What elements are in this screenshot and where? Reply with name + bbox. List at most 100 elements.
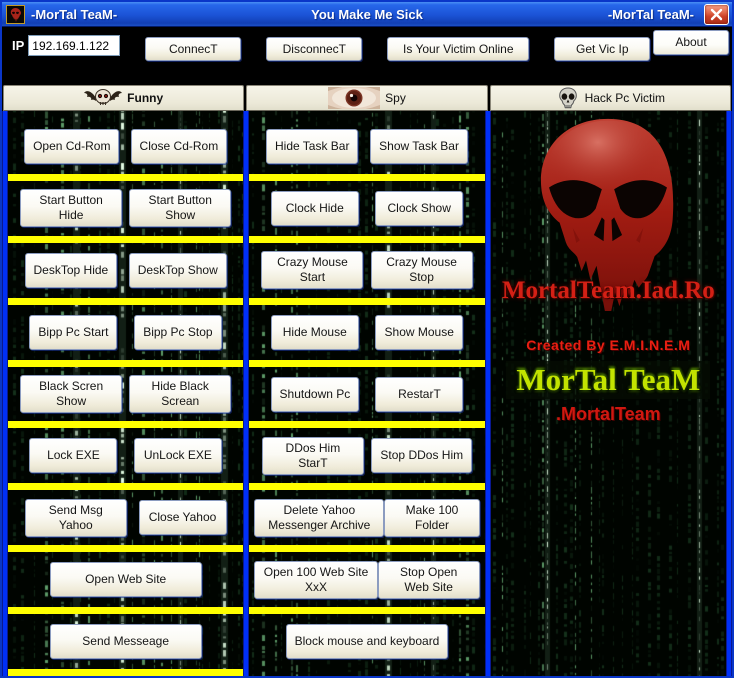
tabstrip: Funny Spy — [2, 85, 732, 111]
close-button[interactable] — [704, 4, 729, 25]
spy-row-5: Shutdown Pc RestarT — [249, 367, 484, 422]
title-left: -MorTal TeaM- — [31, 7, 117, 22]
block-mouse-and-keyboard-button[interactable]: Block mouse and keyboard — [286, 624, 449, 659]
spy-row-9: Block mouse and keyboard — [249, 614, 484, 669]
restart-button[interactable]: RestarT — [375, 377, 463, 412]
spy-row-7: Delete Yahoo Messenger ArchiveMake 100 F… — [249, 490, 484, 545]
close-yahoo-button[interactable]: Close Yahoo — [139, 500, 227, 535]
start-button-hide-button[interactable]: Start Button Hide — [20, 189, 122, 227]
bipp-pc-start-button[interactable]: Bipp Pc Start — [29, 315, 117, 350]
tab-funny-label: Funny — [127, 91, 163, 105]
spy-row-3: Crazy Mouse StartCrazy Mouse Stop — [249, 243, 484, 298]
black-scren-show-button[interactable]: Black Scren Show — [20, 375, 122, 413]
crazy-mouse-start-button[interactable]: Crazy Mouse Start — [261, 251, 363, 289]
funny-row-2: Start Button HideStart Button Show — [8, 181, 243, 236]
spacer — [249, 669, 484, 676]
title-right: -MorTal TeaM- — [608, 7, 694, 22]
lock-exe-button[interactable]: Lock EXE — [29, 438, 117, 473]
crazy-mouse-stop-button[interactable]: Crazy Mouse Stop — [371, 251, 473, 289]
open-web-site-button[interactable]: Open Web Site — [50, 562, 202, 597]
desktop-hide-button[interactable]: DeskTop Hide — [25, 253, 118, 288]
show-task-bar-button[interactable]: Show Task Bar — [370, 129, 468, 164]
yellow-separator — [8, 607, 243, 614]
yellow-separator — [8, 421, 243, 428]
stop-ddos-him-button[interactable]: Stop DDos Him — [371, 438, 472, 473]
funny-row-8: Open Web Site — [8, 552, 243, 607]
app-skull-icon — [6, 5, 25, 24]
send-msg-yahoo-button[interactable]: Send Msg Yahoo — [25, 499, 127, 537]
stop-open-web-site-button[interactable]: Stop Open Web Site — [378, 561, 480, 599]
yellow-separator — [249, 360, 484, 367]
spy-row-2: Clock Hide Clock Show — [249, 181, 484, 236]
credit-text: Created By E.M.I.N.E.M — [526, 337, 690, 353]
ip-label: IP — [12, 38, 24, 53]
skull-icon — [556, 87, 580, 109]
shutdown-pc-button[interactable]: Shutdown Pc — [271, 377, 360, 412]
yellow-separator — [249, 298, 484, 305]
bipp-pc-stop-button[interactable]: Bipp Pc Stop — [134, 315, 222, 350]
yellow-separator — [8, 298, 243, 305]
tab-hack-label: Hack Pc Victim — [585, 91, 665, 105]
yellow-separator — [8, 545, 243, 552]
toolbar: IP ConnecT DisconnecT Is Your Victim Onl… — [2, 27, 732, 85]
yellow-separator — [249, 421, 484, 428]
funny-row-4: Bipp Pc Start Bipp Pc Stop — [8, 305, 243, 360]
yellow-separator — [8, 360, 243, 367]
winged-skull-icon — [84, 87, 122, 109]
desktop-show-button[interactable]: DeskTop Show — [129, 253, 227, 288]
blue-rail — [726, 111, 732, 676]
panel-funny: Open Cd-Rom Close Cd-Rom Start Button Hide… — [8, 111, 243, 676]
yellow-separator — [249, 545, 484, 552]
open-cd-rom-button[interactable]: Open Cd-Rom — [24, 129, 119, 164]
about-button[interactable]: About — [653, 30, 729, 55]
hide-mouse-button[interactable]: Hide Mouse — [271, 315, 359, 350]
panel-spy: Hide Task BarShow Task BarClock HideCloc… — [249, 111, 484, 676]
hide-task-bar-button[interactable]: Hide Task Bar — [266, 129, 358, 164]
ddos-him-start-button[interactable]: DDos Him StarT — [262, 437, 364, 475]
yellow-separator — [249, 236, 484, 243]
tab-hack[interactable]: Hack Pc Victim — [490, 85, 731, 111]
open-100-web-site-xxx-button[interactable]: Open 100 Web Site XxX — [254, 561, 377, 599]
content-area: Open Cd-Rom Close Cd-Rom Start Button Hide… — [2, 111, 732, 676]
yellow-separator — [8, 483, 243, 490]
spy-row-8: Open 100 Web Site XxXStop Open Web Site — [249, 552, 484, 607]
hide-black-screan-button[interactable]: Hide Black Screan — [129, 375, 231, 413]
clock-hide-button[interactable]: Clock Hide — [271, 191, 359, 226]
close-icon — [710, 8, 723, 21]
yellow-separator — [8, 669, 243, 676]
get-vic-ip-button[interactable]: Get Vic Ip — [554, 37, 650, 61]
yellow-separator — [249, 607, 484, 614]
panel-branding: MortalTeam.Iad.Ro Created By E.M.I.N.E.M… — [491, 111, 726, 676]
disconnect-button[interactable]: DisconnecT — [266, 37, 362, 61]
funny-row-6: Lock EXE UnLock EXE — [8, 428, 243, 483]
site-text: MortalTeam.Iad.Ro — [502, 277, 715, 305]
yellow-separator — [249, 483, 484, 490]
ip-input[interactable] — [28, 35, 120, 56]
spy-row-4: Hide Mouse Show Mouse — [249, 305, 484, 360]
tab-spy-label: Spy — [385, 91, 406, 105]
spy-row-6: DDos Him StarTStop DDos Him — [249, 428, 484, 483]
tab-funny[interactable]: Funny — [3, 85, 244, 111]
titlebar: -MorTal TeaM- You Make Me Sick -MorTal T… — [2, 2, 732, 27]
tab-spy[interactable]: Spy — [246, 85, 487, 111]
yellow-separator — [8, 174, 243, 181]
delete-yahoo-messenger-archive-button[interactable]: Delete Yahoo Messenger Archive — [254, 499, 384, 537]
clock-show-button[interactable]: Clock Show — [375, 191, 463, 226]
subtitle-text: .MortalTeam — [556, 404, 661, 425]
make-100-folder-button[interactable]: Make 100 Folder — [384, 499, 479, 537]
show-mouse-button[interactable]: Show Mouse — [375, 315, 463, 350]
yellow-separator — [8, 236, 243, 243]
yellow-separator — [249, 174, 484, 181]
is-victim-online-button[interactable]: Is Your Victim Online — [387, 37, 529, 61]
connect-button[interactable]: ConnecT — [145, 37, 241, 61]
send-messeage-button[interactable]: Send Messeage — [50, 624, 202, 659]
close-cd-rom-button[interactable]: Close Cd-Rom — [131, 129, 228, 164]
unlock-exe-button[interactable]: UnLock EXE — [134, 438, 222, 473]
funny-row-1: Open Cd-Rom Close Cd-Rom — [8, 119, 243, 174]
eye-icon — [328, 87, 380, 109]
spy-row-1: Hide Task Bar Show Task Bar — [249, 119, 484, 174]
funny-row-5: Black Scren ShowHide Black Screan — [8, 367, 243, 422]
start-button-show-button[interactable]: Start Button Show — [129, 189, 231, 227]
logo-text: MorTal TeaM — [506, 361, 710, 399]
funny-row-3: DeskTop Hide DeskTop Show — [8, 243, 243, 298]
